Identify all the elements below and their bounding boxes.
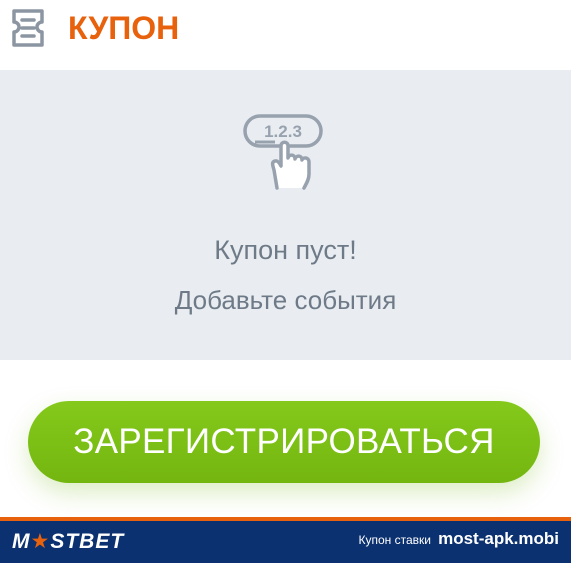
- logo-text-suffix: STBET: [50, 530, 125, 553]
- empty-coupon-subtitle: Добавьте события: [174, 285, 397, 315]
- footer-bar: M★STBET Купон ставки most-apk.mobi: [0, 517, 571, 563]
- coupon-ticket-icon: [11, 8, 45, 48]
- page-title: КУПОН: [68, 10, 180, 46]
- mostbet-logo[interactable]: M★STBET: [12, 527, 124, 557]
- coupon-header: КУПОН: [0, 0, 571, 70]
- logo-text-prefix: M: [12, 530, 31, 553]
- register-button[interactable]: ЗАРЕГИСТРИРОВАТЬСЯ: [28, 401, 540, 483]
- logo-star-icon: ★: [30, 530, 51, 553]
- footer-caption: Купон ставки: [358, 533, 432, 547]
- finger-tap-numbers-icon: 1.2.3: [241, 112, 327, 192]
- footer-site-link[interactable]: most-apk.mobi: [438, 529, 559, 549]
- svg-text:1.2.3: 1.2.3: [264, 122, 302, 141]
- empty-coupon-title: Купон пуст!: [214, 235, 357, 265]
